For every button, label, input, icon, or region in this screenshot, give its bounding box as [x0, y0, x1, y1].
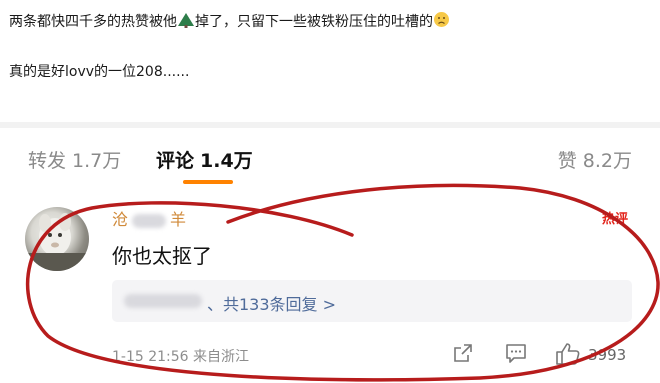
- tab-repost-count: 1.7万: [72, 150, 122, 172]
- hot-comment-badge: 热评: [601, 212, 628, 227]
- replier-names-redaction: [124, 294, 202, 308]
- hot-comment: 沧羊 热评 你也太抠了 、共133条回复 > 1-15 21:56 来自浙江 3…: [0, 190, 660, 383]
- share-icon: [454, 344, 472, 362]
- active-tab-underline: [183, 180, 233, 184]
- post-line-1-text: 两条都快四千多的热赞被他: [9, 14, 177, 30]
- comment-content: 你也太抠了: [112, 244, 212, 268]
- tab-likes-label: 赞: [557, 150, 577, 172]
- post-line-1-tail: 掉了，只留下一些被铁粉压住的吐槽的: [195, 14, 433, 30]
- share-button[interactable]: [452, 342, 474, 368]
- like-button[interactable]: [555, 342, 581, 370]
- tree-emoji-icon: [177, 12, 195, 32]
- tab-repost-label: 转发: [28, 150, 67, 172]
- tab-likes[interactable]: 赞 8.2万: [558, 146, 632, 173]
- thumbs-up-icon: [556, 343, 580, 365]
- username[interactable]: 沧羊: [112, 206, 186, 230]
- like-count: 3993: [588, 346, 627, 364]
- post-tabs: 转发 1.7万 评论 1.4万 赞 8.2万: [0, 128, 660, 186]
- sad-face-emoji-icon: [433, 11, 450, 32]
- tab-comments-count: 1.4万: [200, 150, 253, 172]
- avatar-image: [25, 213, 89, 271]
- tab-comments-label: 评论: [156, 150, 195, 172]
- comment-icon: [506, 344, 526, 363]
- username-prefix: 沧: [112, 210, 129, 229]
- replies-link[interactable]: 、共133条回复 >: [112, 280, 632, 322]
- username-redaction: [132, 213, 167, 228]
- tab-comments[interactable]: 评论 1.4万: [156, 146, 253, 173]
- post-line-1: 两条都快四千多的热赞被他 掉了，只留下一些被铁粉压住的吐槽的: [9, 11, 450, 32]
- post-text-area: 两条都快四千多的热赞被他 掉了，只留下一些被铁粉压住的吐槽的 真的是好lovv的一…: [0, 0, 660, 122]
- avatar[interactable]: [25, 207, 89, 271]
- username-suffix: 羊: [170, 210, 187, 229]
- post-line-2: 真的是好lovv的一位208......: [9, 64, 190, 80]
- comment-timestamp: 1-15 21:56 来自浙江: [112, 349, 250, 365]
- tab-likes-count: 8.2万: [582, 150, 632, 172]
- tab-repost[interactable]: 转发 1.7万: [28, 146, 121, 173]
- reply-button[interactable]: [505, 342, 527, 368]
- replies-count-text: 、共133条回复 >: [207, 295, 337, 314]
